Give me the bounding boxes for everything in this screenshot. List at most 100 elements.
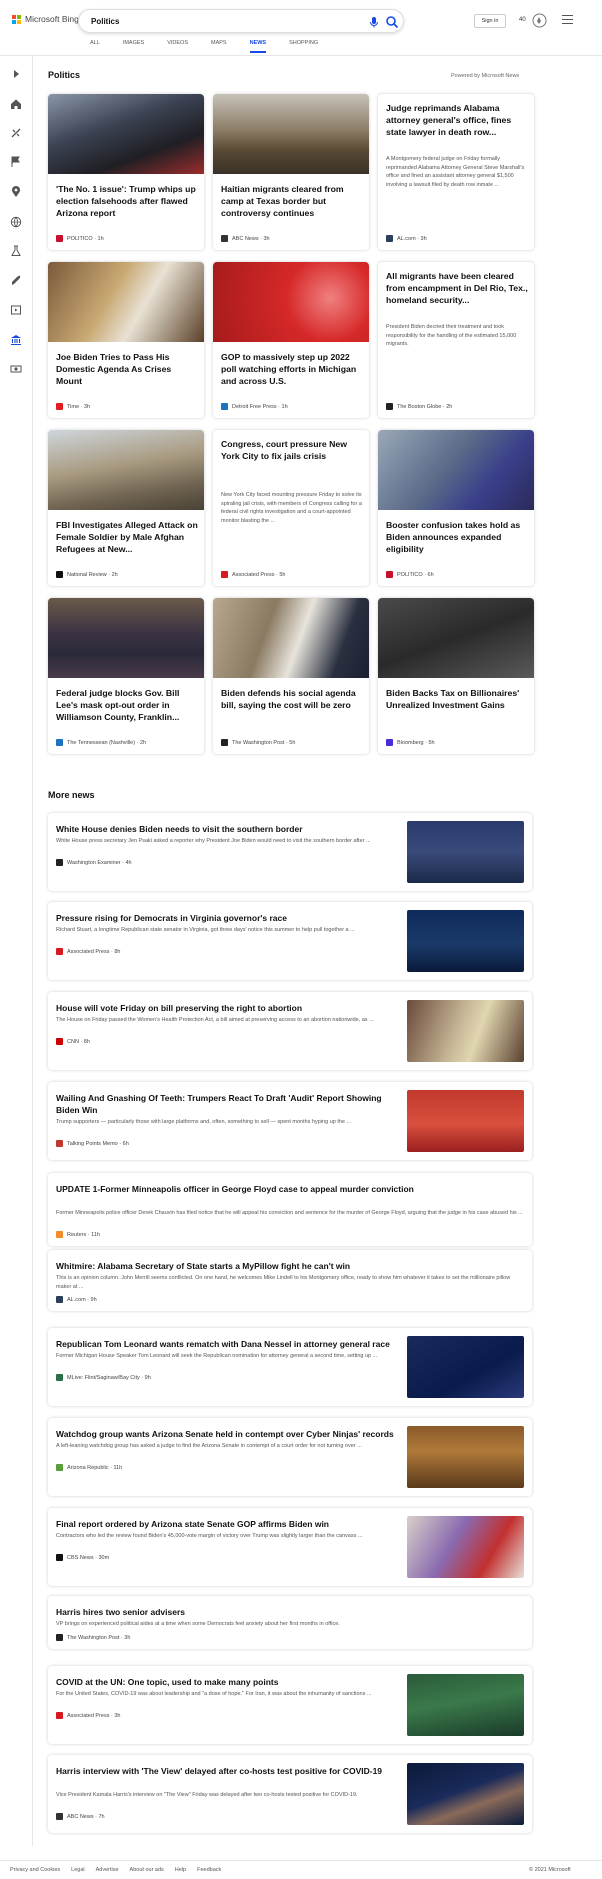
rewards-points[interactable]: 40 — [519, 17, 526, 23]
news-list-item[interactable]: Final report ordered by Arizona state Se… — [48, 1508, 532, 1586]
news-card[interactable]: Joe Biden Tries to Pass His Domestic Age… — [48, 262, 204, 418]
news-card-image[interactable] — [213, 94, 369, 174]
news-card-image[interactable] — [48, 598, 204, 678]
search-icon[interactable] — [385, 15, 399, 29]
news-item-title[interactable]: Harris interview with 'The View' delayed… — [56, 1765, 396, 1777]
news-item-source[interactable]: Associated Press · 3h — [56, 1712, 121, 1719]
news-card-title[interactable]: Booster confusion takes hold as Biden an… — [386, 519, 528, 555]
news-card-source[interactable]: National Review · 2h — [56, 571, 118, 578]
news-card-image[interactable] — [48, 430, 204, 510]
news-item-thumbnail[interactable] — [407, 1336, 524, 1398]
news-card[interactable]: Booster confusion takes hold as Biden an… — [378, 430, 534, 586]
home-icon[interactable] — [10, 98, 22, 110]
news-item-title[interactable]: Harris hires two senior advisers — [56, 1606, 524, 1618]
news-card-title[interactable]: Federal judge blocks Gov. Bill Lee's mas… — [56, 687, 198, 723]
news-card-source[interactable]: The Boston Globe · 2h — [386, 403, 452, 410]
tab-maps[interactable]: MAPS — [211, 40, 227, 46]
news-card-source[interactable]: The Washington Post · 5h — [221, 739, 295, 746]
tab-news[interactable]: NEWS — [249, 40, 266, 53]
news-card[interactable]: Biden Backs Tax on Billionaires' Unreali… — [378, 598, 534, 754]
money-icon[interactable] — [10, 363, 22, 375]
news-card-source[interactable]: Bloomberg · 5h — [386, 739, 435, 746]
news-item-source[interactable]: Talking Points Memo · 6h — [56, 1140, 129, 1147]
news-item-title[interactable]: Watchdog group wants Arizona Senate held… — [56, 1428, 396, 1440]
footer-link-about-ads[interactable]: About our ads — [130, 1867, 164, 1873]
news-item-thumbnail[interactable] — [407, 1426, 524, 1488]
news-item-thumbnail[interactable] — [407, 910, 524, 972]
rocket-icon[interactable] — [10, 275, 22, 287]
news-list-item[interactable]: COVID at the UN: One topic, used to make… — [48, 1666, 532, 1744]
news-item-source[interactable]: MLive: Flint/Saginaw/Bay City · 9h — [56, 1374, 151, 1381]
news-card-image[interactable] — [48, 262, 204, 342]
entertainment-icon[interactable] — [10, 304, 22, 316]
chevron-right-icon[interactable] — [10, 68, 22, 80]
news-card[interactable]: All migrants have been cleared from enca… — [378, 262, 534, 418]
news-card-image[interactable] — [213, 262, 369, 342]
news-card-image[interactable] — [378, 430, 534, 510]
news-card-source[interactable]: Associated Press · 5h — [221, 571, 286, 578]
news-card-title[interactable]: Judge reprimands Alabama attorney genera… — [386, 102, 528, 138]
news-item-title[interactable]: House will vote Friday on bill preservin… — [56, 1002, 396, 1014]
news-card-title[interactable]: Biden defends his social agenda bill, sa… — [221, 687, 363, 711]
news-card-title[interactable]: Joe Biden Tries to Pass His Domestic Age… — [56, 351, 198, 387]
news-card-title[interactable]: GOP to massively step up 2022 poll watch… — [221, 351, 363, 387]
news-card-source[interactable]: AL.com · 3h — [386, 235, 427, 242]
news-item-source[interactable]: ABC News · 7h — [56, 1813, 105, 1820]
news-item-source[interactable]: AL.com · 9h — [56, 1296, 97, 1303]
news-list-item[interactable]: Watchdog group wants Arizona Senate held… — [48, 1418, 532, 1496]
news-card-source[interactable]: POLITICO · 6h — [386, 571, 434, 578]
news-item-source[interactable]: CNN · 8h — [56, 1038, 90, 1045]
news-card[interactable]: GOP to massively step up 2022 poll watch… — [213, 262, 369, 418]
news-list-item[interactable]: UPDATE 1-Former Minneapolis officer in G… — [48, 1173, 532, 1246]
news-item-title[interactable]: Final report ordered by Arizona state Se… — [56, 1518, 396, 1530]
news-card-image[interactable] — [48, 94, 204, 174]
footer-link-feedback[interactable]: Feedback — [197, 1867, 221, 1873]
news-card-image[interactable] — [213, 598, 369, 678]
news-card[interactable]: Haitian migrants cleared from camp at Te… — [213, 94, 369, 250]
news-card-image[interactable] — [378, 598, 534, 678]
tab-all[interactable]: ALL — [90, 40, 100, 46]
news-item-source[interactable]: Associated Press · 8h — [56, 948, 121, 955]
news-card-title[interactable]: FBI Investigates Alleged Attack on Femal… — [56, 519, 198, 555]
news-list-item[interactable]: White House denies Biden needs to visit … — [48, 813, 532, 891]
politics-icon[interactable] — [10, 334, 22, 346]
news-card-source[interactable]: The Tennessean (Nashville) · 2h — [56, 739, 146, 746]
news-list-item[interactable]: Wailing And Gnashing Of Teeth: Trumpers … — [48, 1082, 532, 1160]
news-item-title[interactable]: Wailing And Gnashing Of Teeth: Trumpers … — [56, 1092, 396, 1116]
search-box[interactable]: Politics — [78, 9, 404, 33]
sports-icon[interactable] — [10, 127, 22, 139]
news-item-thumbnail[interactable] — [407, 821, 524, 883]
news-item-source[interactable]: The Washington Post · 3h — [56, 1634, 130, 1641]
news-list-item[interactable]: House will vote Friday on bill preservin… — [48, 992, 532, 1070]
news-item-source[interactable]: CBS News · 30m — [56, 1554, 109, 1561]
footer-link-privacy[interactable]: Privacy and Cookies — [10, 1867, 60, 1873]
news-card-source[interactable]: ABC News · 3h — [221, 235, 270, 242]
sign-in-button[interactable]: Sign in — [474, 14, 506, 28]
footer-link-advertise[interactable]: Advertise — [96, 1867, 119, 1873]
bing-logo[interactable]: Microsoft Bing — [12, 14, 79, 24]
news-card-title[interactable]: 'The No. 1 issue': Trump whips up electi… — [56, 183, 198, 219]
news-list-item[interactable]: Harris hires two senior advisers VP bring… — [48, 1596, 532, 1649]
tab-images[interactable]: IMAGES — [123, 40, 144, 46]
news-item-title[interactable]: White House denies Biden needs to visit … — [56, 823, 396, 835]
news-item-title[interactable]: UPDATE 1-Former Minneapolis officer in G… — [56, 1183, 524, 1195]
news-item-thumbnail[interactable] — [407, 1763, 524, 1825]
news-card-title[interactable]: Haitian migrants cleared from camp at Te… — [221, 183, 363, 219]
globe-icon[interactable] — [10, 216, 22, 228]
news-list-item[interactable]: Harris interview with 'The View' delayed… — [48, 1755, 532, 1833]
flag-icon[interactable] — [10, 156, 22, 168]
news-list-item[interactable]: Pressure rising for Democrats in Virgini… — [48, 902, 532, 980]
science-icon[interactable] — [10, 245, 22, 257]
tab-videos[interactable]: VIDEOS — [167, 40, 188, 46]
news-item-source[interactable]: Washington Examiner · 4h — [56, 859, 132, 866]
news-card-title[interactable]: All migrants have been cleared from enca… — [386, 270, 528, 306]
news-card-source[interactable]: POLITICO · 1h — [56, 235, 104, 242]
news-card[interactable]: 'The No. 1 issue': Trump whips up electi… — [48, 94, 204, 250]
news-item-title[interactable]: COVID at the UN: One topic, used to make… — [56, 1676, 396, 1688]
news-item-title[interactable]: Whitmire: Alabama Secretary of State sta… — [56, 1260, 524, 1272]
news-card-title[interactable]: Biden Backs Tax on Billionaires' Unreali… — [386, 687, 528, 711]
news-card-source[interactable]: Detroit Free Press · 1h — [221, 403, 288, 410]
tab-shopping[interactable]: SHOPPING — [289, 40, 318, 46]
news-card[interactable]: FBI Investigates Alleged Attack on Femal… — [48, 430, 204, 586]
news-card[interactable]: Congress, court pressure New York City t… — [213, 430, 369, 586]
